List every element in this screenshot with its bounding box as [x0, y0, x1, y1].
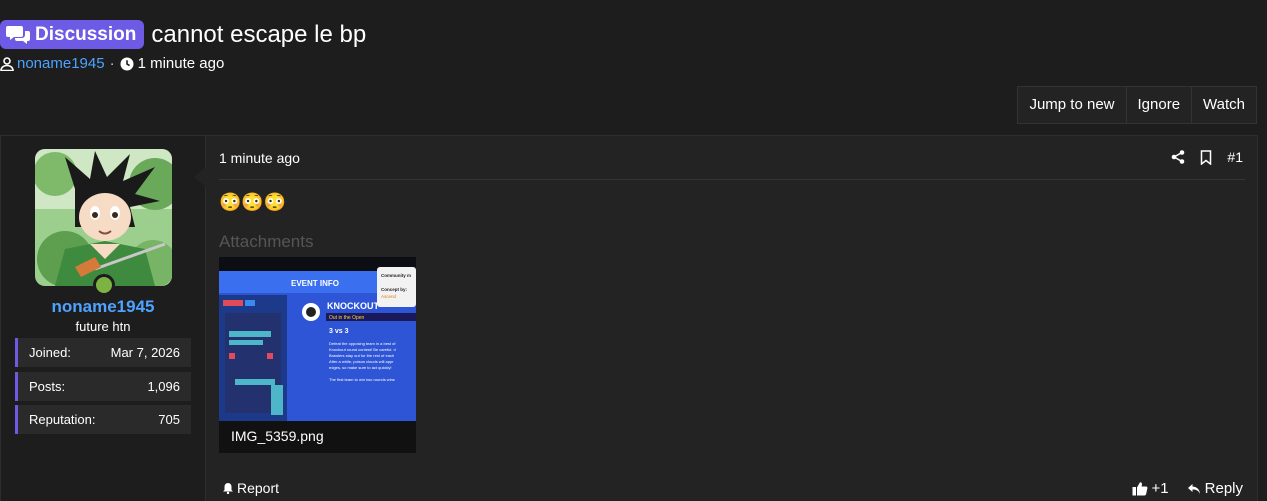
ignore-button[interactable]: Ignore: [1125, 87, 1192, 123]
preview-desc-7: The first team to win two rounds wins: [329, 377, 395, 382]
preview-community: Community m: [381, 273, 411, 278]
thread-title: cannot escape le bp: [151, 20, 367, 48]
preview-concept-author: Ascend: [381, 294, 397, 299]
preview-desc-2: Knockout round contest! Be careful: d: [329, 347, 396, 352]
preview-concept: Concept by:: [381, 287, 408, 292]
stat-posts: Posts: 1,096: [15, 372, 191, 401]
online-indicator: [93, 274, 115, 296]
thread-meta: noname1945 · 1 minute ago: [0, 55, 224, 72]
bookmark-icon[interactable]: [1199, 149, 1213, 165]
stat-label: Reputation:: [29, 412, 96, 427]
report-button[interactable]: Report: [222, 480, 279, 496]
avatar[interactable]: [35, 149, 172, 286]
reply-icon: [1187, 483, 1200, 494]
user-info-panel: noname1945 future htn Joined: Mar 7, 202…: [1, 136, 206, 501]
preview-desc-4: After a while, poison clouds will appr: [329, 359, 394, 364]
stat-value: Mar 7, 2026: [110, 345, 180, 360]
thread-time[interactable]: 1 minute ago: [138, 55, 225, 72]
post-time[interactable]: 1 minute ago: [219, 150, 300, 166]
stat-value: 1,096: [147, 379, 180, 394]
post-number-link[interactable]: #1: [1227, 149, 1243, 165]
avatar-image: [35, 149, 172, 286]
reply-button[interactable]: Reply: [1187, 480, 1243, 497]
post: noname1945 future htn Joined: Mar 7, 202…: [0, 135, 1258, 501]
preview-mode: 3 vs 3: [329, 328, 349, 335]
user-name-link[interactable]: noname1945: [1, 297, 205, 317]
reply-label: Reply: [1204, 480, 1243, 497]
report-label: Report: [237, 480, 280, 496]
preview-desc-1: Defeat the opposing team in a best of: [329, 341, 396, 346]
badge-label: Discussion: [35, 23, 137, 45]
preview-event-info: EVENT INFO: [291, 279, 339, 288]
post-arrow: [194, 167, 206, 187]
meta-separator: ·: [109, 55, 115, 72]
attachment-image: EVENT INFO KNOCKOUT Out in the Open 3 vs…: [219, 257, 416, 453]
preview-desc-5: edges, so make sure to act quickly!: [329, 365, 391, 370]
post-tools: #1: [1171, 149, 1243, 165]
discussion-badge[interactable]: Discussion: [0, 20, 145, 49]
watch-button[interactable]: Watch: [1191, 87, 1256, 123]
preview-desc-3: Brawlers stay out for the rest of each: [329, 353, 394, 358]
stat-label: Joined:: [29, 345, 71, 360]
user-title: future htn: [75, 319, 131, 334]
like-button[interactable]: +1: [1132, 480, 1169, 497]
post-content: 😳😳😳: [219, 192, 287, 212]
bell-icon: [223, 483, 233, 494]
post-divider: [219, 179, 1245, 180]
thread-author-link[interactable]: noname1945: [17, 55, 105, 72]
chat-bubbles-icon: [6, 25, 30, 44]
reaction-count: +1: [1151, 480, 1169, 497]
post-body: 1 minute ago #1 😳😳😳 Attachments EVENT IN…: [206, 136, 1257, 501]
stat-reputation: Reputation: 705: [15, 405, 191, 434]
user-icon: [0, 56, 14, 71]
thread-header: Discussion cannot escape le bp noname194…: [0, 0, 1267, 85]
attachment-filename: IMG_5359.png: [231, 428, 324, 444]
title-row: Discussion cannot escape le bp: [0, 20, 366, 49]
jump-to-new-button[interactable]: Jump to new: [1018, 87, 1125, 123]
stat-joined: Joined: Mar 7, 2026: [15, 338, 191, 367]
attachment-thumbnail[interactable]: EVENT INFO KNOCKOUT Out in the Open 3 vs…: [219, 257, 416, 453]
post-reactions: +1 Reply: [1132, 480, 1243, 497]
stat-label: Posts:: [29, 379, 66, 394]
preview-knockout: KNOCKOUT: [327, 301, 379, 311]
clock-icon: [120, 57, 134, 70]
thumbs-up-icon: [1132, 482, 1147, 496]
share-icon[interactable]: [1171, 150, 1185, 164]
preview-subtitle: Out in the Open: [329, 315, 365, 321]
thread-actions: Jump to new Ignore Watch: [1017, 86, 1257, 124]
stat-value: 705: [158, 412, 180, 427]
attachments-heading: Attachments: [219, 232, 314, 251]
